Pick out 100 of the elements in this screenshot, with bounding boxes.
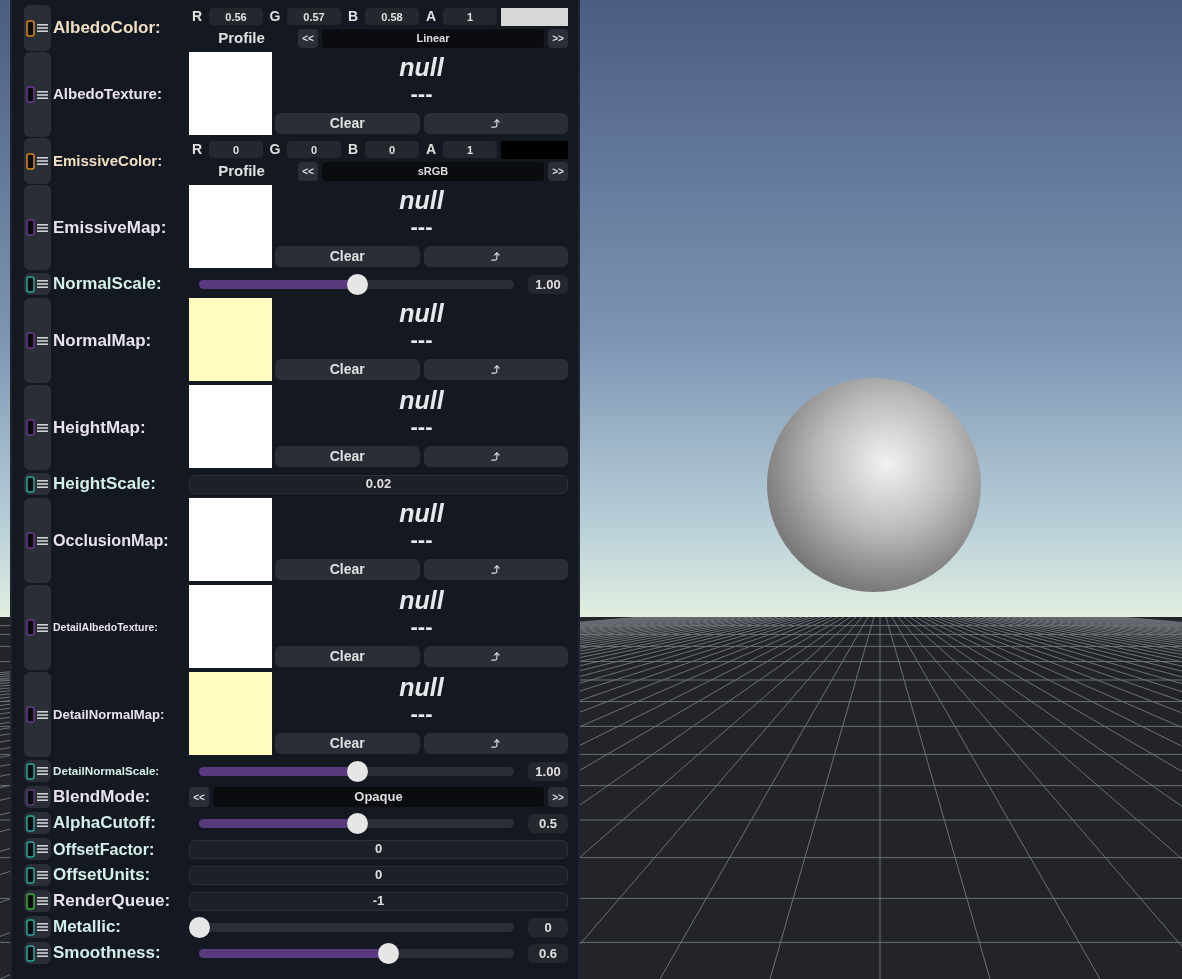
drag-handle-icon[interactable] bbox=[37, 279, 48, 289]
property-label: OcclusionMap: bbox=[53, 530, 170, 552]
channel-input[interactable]: 0.56 bbox=[209, 8, 263, 25]
next-button[interactable]: >> bbox=[548, 787, 568, 807]
connector-icon bbox=[26, 788, 35, 806]
port-handle[interactable] bbox=[24, 498, 51, 583]
enum-value[interactable]: Opaque bbox=[213, 787, 544, 807]
property-label: AlphaCutoff: bbox=[53, 812, 157, 835]
property-label: DetailNormalMap: bbox=[53, 705, 166, 724]
drag-handle-icon[interactable] bbox=[37, 766, 48, 776]
slider-thumb[interactable] bbox=[346, 760, 368, 782]
drag-handle-icon[interactable] bbox=[37, 422, 48, 433]
property-label: EmissiveMap: bbox=[53, 216, 168, 239]
number-field[interactable]: 0 bbox=[189, 865, 568, 885]
clear-button[interactable]: Clear bbox=[275, 359, 420, 380]
slider-thumb[interactable] bbox=[346, 812, 368, 834]
slider-value[interactable]: 0.5 bbox=[528, 813, 568, 833]
port-handle[interactable] bbox=[24, 473, 51, 495]
drag-handle-icon[interactable] bbox=[37, 818, 48, 828]
property-label: Metallic: bbox=[53, 916, 123, 939]
port-handle[interactable] bbox=[24, 5, 51, 51]
property-label: AlbedoTexture: bbox=[53, 84, 163, 105]
texture-value: null bbox=[399, 585, 444, 615]
drag-handle-icon[interactable] bbox=[37, 709, 48, 720]
previous-button[interactable]: << bbox=[189, 787, 209, 807]
next-button[interactable]: >> bbox=[548, 29, 568, 48]
port-handle[interactable] bbox=[24, 672, 51, 757]
slider-value[interactable]: 1.00 bbox=[528, 274, 568, 294]
number-field[interactable]: 0.02 bbox=[189, 474, 568, 494]
corner-arrow-icon bbox=[490, 564, 502, 575]
texture-path: --- bbox=[410, 415, 433, 439]
clear-button[interactable]: Clear bbox=[275, 113, 420, 134]
port-handle[interactable] bbox=[24, 864, 51, 886]
channel-input[interactable]: 0 bbox=[365, 141, 419, 158]
slider-value[interactable]: 1.00 bbox=[528, 761, 568, 781]
port-handle[interactable] bbox=[24, 138, 51, 184]
profile-value[interactable]: sRGB bbox=[322, 162, 544, 181]
port-handle[interactable] bbox=[24, 385, 51, 470]
port-handle[interactable] bbox=[24, 760, 51, 782]
corner-arrow-icon bbox=[490, 251, 502, 262]
port-handle[interactable] bbox=[24, 273, 51, 295]
port-handle[interactable] bbox=[24, 298, 51, 383]
channel-input[interactable]: 1 bbox=[443, 141, 497, 158]
texture-path: --- bbox=[410, 528, 433, 552]
channel-input[interactable]: 0.57 bbox=[287, 8, 341, 25]
slider-value[interactable]: 0 bbox=[528, 917, 568, 937]
corner-arrow-icon bbox=[490, 738, 502, 749]
drag-handle-icon[interactable] bbox=[37, 479, 48, 489]
channel-input[interactable]: 0 bbox=[287, 141, 341, 158]
channel-input[interactable]: 0.58 bbox=[365, 8, 419, 25]
drag-handle-icon[interactable] bbox=[37, 922, 48, 932]
clear-button[interactable]: Clear bbox=[275, 559, 420, 580]
texture-value: null bbox=[399, 185, 444, 215]
drag-handle-icon[interactable] bbox=[37, 870, 48, 880]
next-button[interactable]: >> bbox=[548, 162, 568, 181]
port-handle[interactable] bbox=[24, 942, 51, 964]
drag-handle-icon[interactable] bbox=[37, 89, 48, 100]
texture-path: --- bbox=[410, 328, 433, 352]
drag-handle-icon[interactable] bbox=[37, 156, 48, 166]
port-handle[interactable] bbox=[24, 52, 51, 137]
port-handle[interactable] bbox=[24, 585, 51, 670]
clear-button[interactable]: Clear bbox=[275, 246, 420, 267]
clear-button[interactable]: Clear bbox=[275, 446, 420, 467]
drag-handle-icon[interactable] bbox=[37, 622, 48, 633]
connector-icon bbox=[26, 706, 35, 723]
drag-handle-icon[interactable] bbox=[37, 535, 48, 546]
drag-handle-icon[interactable] bbox=[37, 23, 48, 33]
property-label: Smoothness: bbox=[53, 942, 162, 965]
port-handle[interactable] bbox=[24, 786, 51, 808]
profile-value[interactable]: Linear bbox=[322, 29, 544, 48]
port-handle[interactable] bbox=[24, 890, 51, 912]
drag-handle-icon[interactable] bbox=[37, 792, 48, 802]
drag-handle-icon[interactable] bbox=[37, 948, 48, 958]
connector-icon bbox=[26, 918, 35, 936]
number-field[interactable]: -1 bbox=[189, 891, 568, 911]
previous-button[interactable]: << bbox=[298, 29, 318, 48]
clear-button[interactable]: Clear bbox=[275, 733, 420, 754]
slider-thumb[interactable] bbox=[346, 273, 368, 295]
port-handle[interactable] bbox=[24, 185, 51, 270]
color-swatch[interactable] bbox=[501, 7, 568, 26]
port-handle[interactable] bbox=[24, 916, 51, 938]
profile-label: Profile bbox=[217, 161, 266, 182]
connector-icon bbox=[26, 892, 35, 910]
previous-button[interactable]: << bbox=[298, 162, 318, 181]
drag-handle-icon[interactable] bbox=[37, 222, 48, 233]
port-handle[interactable] bbox=[24, 838, 51, 860]
channel-input[interactable]: 1 bbox=[443, 8, 497, 25]
slider-thumb[interactable] bbox=[378, 942, 399, 964]
drag-handle-icon[interactable] bbox=[37, 335, 48, 346]
drag-handle-icon[interactable] bbox=[37, 896, 48, 906]
texture-path: --- bbox=[410, 615, 433, 639]
channel-input[interactable]: 0 bbox=[209, 141, 263, 158]
slider-thumb[interactable] bbox=[189, 916, 210, 938]
color-swatch[interactable] bbox=[501, 140, 568, 159]
slider-value[interactable]: 0.6 bbox=[528, 943, 568, 963]
property-label: EmissiveColor: bbox=[53, 150, 164, 171]
number-field[interactable]: 0 bbox=[189, 839, 568, 859]
clear-button[interactable]: Clear bbox=[275, 646, 420, 667]
drag-handle-icon[interactable] bbox=[37, 844, 48, 854]
port-handle[interactable] bbox=[24, 812, 51, 834]
